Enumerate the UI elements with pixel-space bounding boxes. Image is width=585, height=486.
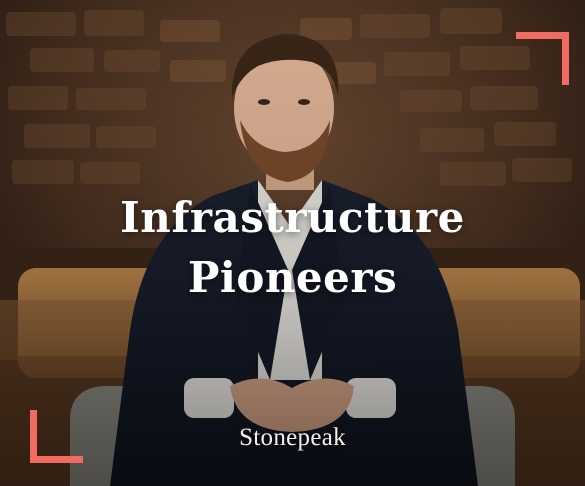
ad-banner[interactable]: Infrastructure Pioneers Stonepeak bbox=[0, 0, 585, 486]
corner-bracket-icon bbox=[516, 32, 569, 85]
brand-logo-text: Stonepeak bbox=[239, 424, 346, 451]
headline-line1: Infrastructure bbox=[120, 193, 465, 242]
headline: Infrastructure Pioneers bbox=[0, 188, 585, 308]
headline-line2: Pioneers bbox=[187, 253, 398, 302]
